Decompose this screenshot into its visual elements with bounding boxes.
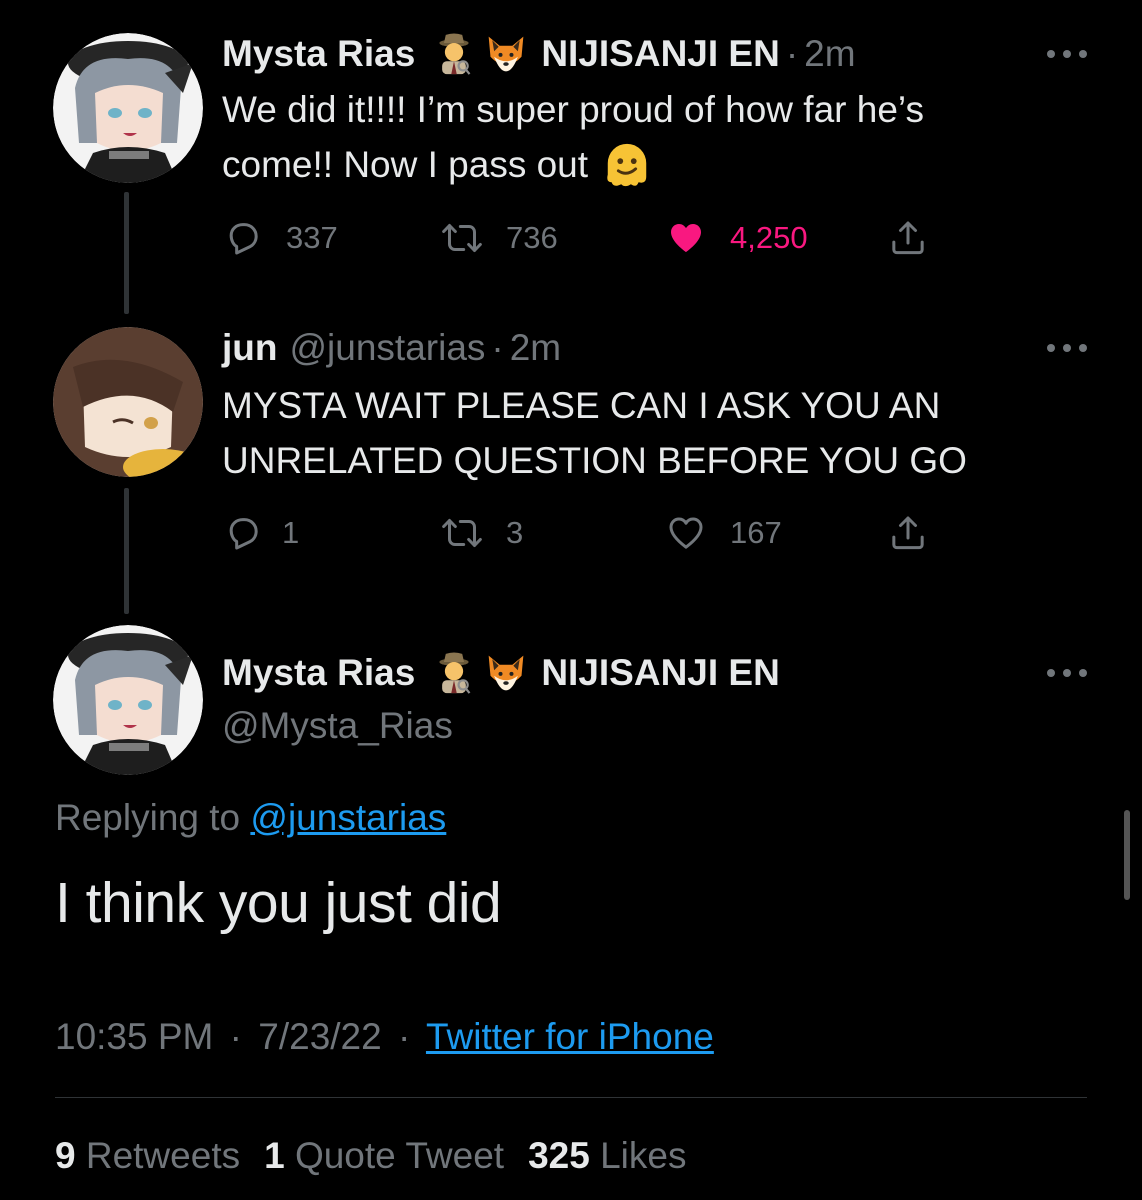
replying-to-label: Replying to xyxy=(55,797,241,838)
tweet2-text: MYSTA WAIT PLEASE CAN I ASK YOU AN UNREL… xyxy=(222,378,1102,488)
avatar[interactable] xyxy=(53,33,203,183)
author-name[interactable]: Mysta Rias xyxy=(222,652,415,694)
author-handle[interactable]: @Mysta_Rias xyxy=(222,705,453,747)
replying-to-link[interactable]: @junstarias xyxy=(250,797,446,838)
tweet2-text-line1: MYSTA WAIT PLEASE CAN I ASK YOU AN xyxy=(222,385,941,426)
separator-dot: · xyxy=(229,1016,242,1057)
retweet-icon xyxy=(442,218,482,258)
share-icon xyxy=(888,218,928,258)
author-name[interactable]: Mysta Rias xyxy=(222,33,415,75)
author-handle[interactable]: @junstarias xyxy=(289,327,485,369)
tweet2-text-line2: UNRELATED QUESTION BEFORE YOU GO xyxy=(222,440,967,481)
fox-emoji-icon xyxy=(483,31,529,77)
retweet-button[interactable]: 3 xyxy=(442,503,523,563)
tweet-date[interactable]: 7/23/22 xyxy=(258,1016,381,1057)
tweet-time[interactable]: 2m xyxy=(804,33,855,75)
retweet-icon xyxy=(442,513,482,553)
like-count: 4,250 xyxy=(730,220,808,255)
thread-line xyxy=(124,488,129,614)
reply-count: 337 xyxy=(286,220,338,255)
retweets-stat[interactable]: 9 Retweets xyxy=(55,1135,240,1176)
separator-dot: · xyxy=(398,1016,411,1057)
like-button[interactable]: 167 xyxy=(666,503,782,563)
reply-icon xyxy=(222,513,262,553)
likes-label: Likes xyxy=(600,1135,687,1176)
author-name[interactable]: jun xyxy=(222,327,277,369)
separator-dot: · xyxy=(491,327,504,368)
melting-face-emoji-icon xyxy=(602,140,652,190)
more-icon[interactable] xyxy=(1047,47,1087,61)
tweet1-actions: 337 736 4,250 xyxy=(222,208,942,268)
tweet-time[interactable]: 10:35 PM xyxy=(55,1016,213,1057)
quotes-count: 1 xyxy=(264,1135,285,1176)
more-icon[interactable] xyxy=(1047,666,1087,680)
like-count: 167 xyxy=(730,515,782,550)
divider xyxy=(55,1097,1087,1098)
main-tweet-header: Mysta Rias NIJISANJI EN xyxy=(222,647,780,699)
more-icon[interactable] xyxy=(1047,341,1087,355)
thread-line xyxy=(124,192,129,314)
detective-emoji-icon xyxy=(431,31,477,77)
tweet-meta: 10:35 PM · 7/23/22 · Twitter for iPhone xyxy=(55,1010,714,1064)
share-button[interactable] xyxy=(888,503,928,563)
tweet2-header: jun @junstarias · 2m xyxy=(222,322,561,374)
reply-icon xyxy=(222,218,262,258)
likes-stat[interactable]: 325 Likes xyxy=(528,1135,686,1176)
main-tweet-text: I think you just did xyxy=(55,871,502,935)
tweet1-text: We did it!!!! I’m super proud of how far… xyxy=(222,82,1102,192)
tweet1-header: Mysta Rias NIJISANJI EN · 2m xyxy=(222,28,856,80)
retweet-count: 736 xyxy=(506,220,558,255)
scrollbar[interactable] xyxy=(1124,810,1130,900)
retweet-count: 3 xyxy=(506,515,524,550)
main-tweet-handle-row: @Mysta_Rias xyxy=(222,700,453,752)
quotes-label: Quote Tweet xyxy=(294,1135,505,1176)
share-button[interactable] xyxy=(888,208,928,268)
retweet-button[interactable]: 736 xyxy=(442,208,558,268)
author-org: NIJISANJI EN xyxy=(541,33,780,74)
avatar[interactable] xyxy=(53,625,203,775)
replying-to: Replying to @junstarias xyxy=(55,790,446,846)
likes-count: 325 xyxy=(528,1135,590,1176)
author-org: NIJISANJI EN xyxy=(541,652,780,693)
tweet-time[interactable]: 2m xyxy=(510,327,561,369)
tweet2-actions: 1 3 167 xyxy=(222,503,942,563)
tweet-source-link[interactable]: Twitter for iPhone xyxy=(426,1016,714,1057)
reply-button[interactable]: 337 xyxy=(222,208,338,268)
quotes-stat[interactable]: 1 Quote Tweet xyxy=(264,1135,504,1176)
retweets-label: Retweets xyxy=(85,1135,241,1176)
mysta-avatar-image xyxy=(53,625,203,775)
fox-emoji-icon xyxy=(483,650,529,696)
like-button[interactable]: 4,250 xyxy=(666,208,808,268)
heart-icon xyxy=(666,513,706,553)
separator-dot: · xyxy=(785,33,799,74)
mysta-avatar-image xyxy=(53,33,203,183)
detective-emoji-icon xyxy=(431,650,477,696)
avatar[interactable] xyxy=(53,327,203,477)
tweet1-text-line2: come!! Now I pass out xyxy=(222,144,589,185)
jun-avatar-image xyxy=(53,327,203,477)
retweets-count: 9 xyxy=(55,1135,76,1176)
tweet1-text-line1: We did it!!!! I’m super proud of how far… xyxy=(222,89,924,130)
reply-button[interactable]: 1 xyxy=(222,503,299,563)
heart-icon xyxy=(666,218,706,258)
tweet-stats: 9 Retweets 1 Quote Tweet 325 Likes xyxy=(55,1128,686,1184)
reply-count: 1 xyxy=(282,515,300,550)
share-icon xyxy=(888,513,928,553)
